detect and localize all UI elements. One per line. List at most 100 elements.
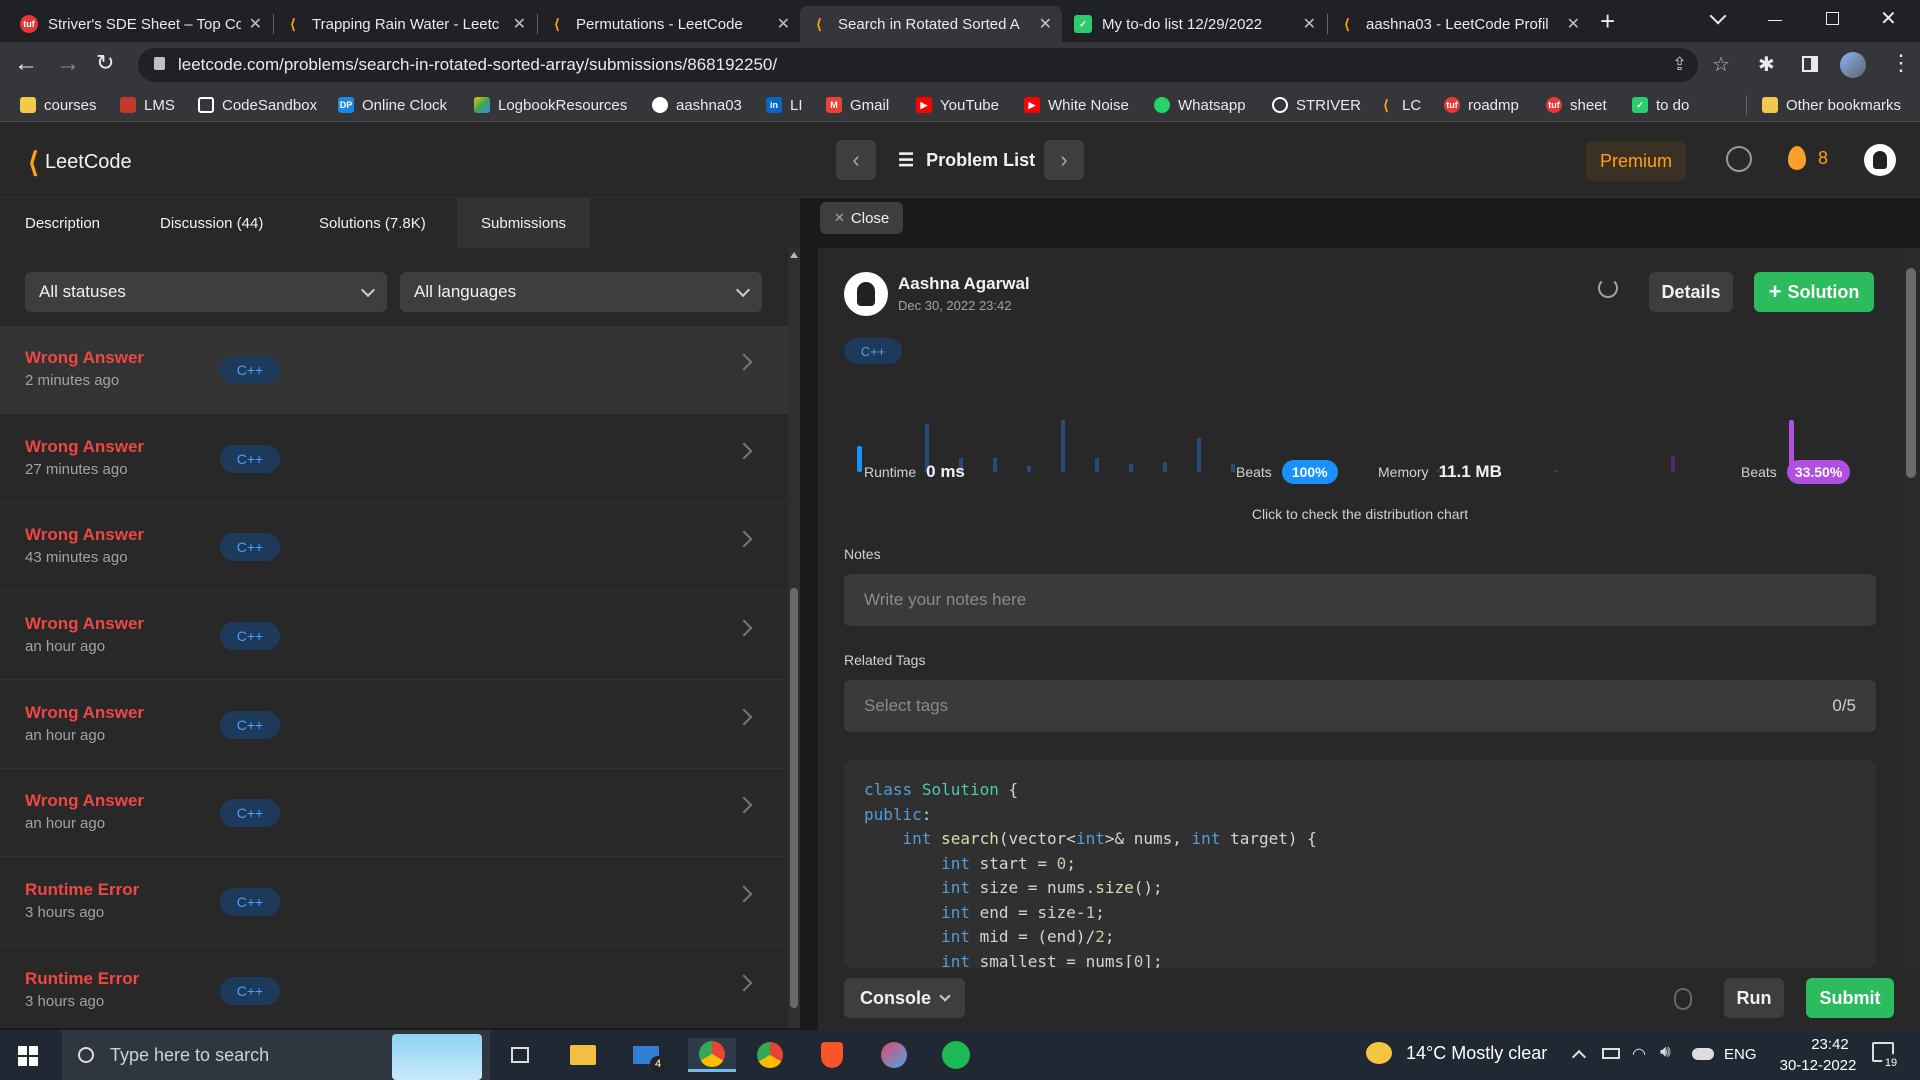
new-tab-button[interactable]: + xyxy=(1600,6,1615,37)
notes-input[interactable]: Write your notes here xyxy=(844,574,1876,626)
share-refresh-icon[interactable] xyxy=(1598,278,1618,298)
mail-icon[interactable]: 4 xyxy=(628,1038,666,1072)
brave-icon[interactable] xyxy=(814,1038,850,1072)
profile-avatar[interactable] xyxy=(1840,52,1866,78)
bookmark-item[interactable]: LogbookResources xyxy=(474,95,627,115)
lock-icon[interactable] xyxy=(154,57,165,70)
prev-problem-button[interactable]: ‹ xyxy=(836,140,876,180)
panel-resize-handle[interactable] xyxy=(800,198,818,1030)
bookmark-item[interactable]: CodeSandbox xyxy=(198,95,317,115)
browser-tab-active[interactable]: ⟨ Search in Rotated Sorted A ✕ xyxy=(800,6,1062,42)
close-tab-icon[interactable]: ✕ xyxy=(1039,14,1052,34)
battery-icon[interactable] xyxy=(1602,1048,1620,1059)
spotify-icon[interactable] xyxy=(938,1038,974,1072)
bookmark-item[interactable]: tuf sheet xyxy=(1546,95,1607,115)
other-bookmarks[interactable]: Other bookmarks xyxy=(1762,95,1901,115)
browser-tab[interactable]: ✓ My to-do list 12/29/2022 ✕ xyxy=(1064,6,1326,42)
bookmark-item[interactable]: STRIVER xyxy=(1272,95,1361,115)
restore-icon[interactable] xyxy=(1826,12,1839,25)
submission-row[interactable]: Wrong Answer 2 minutes ago C++ xyxy=(0,326,788,414)
share-icon[interactable]: ⇪ xyxy=(1672,54,1687,75)
submission-row[interactable]: Runtime Error 3 hours ago C++ xyxy=(0,947,788,1035)
streak-counter[interactable]: 8 xyxy=(1788,146,1828,170)
bookmark-item[interactable]: tuf roadmp xyxy=(1444,95,1519,115)
code-viewer[interactable]: class Solution {public: int search(vecto… xyxy=(844,760,1876,968)
file-explorer-icon[interactable] xyxy=(565,1038,601,1072)
bookmark-item[interactable]: DP Online Clock xyxy=(338,95,447,115)
submitter-name[interactable]: Aashna Agarwal xyxy=(898,274,1030,294)
bookmark-item[interactable]: in LI xyxy=(766,95,803,115)
menu-kebab-icon[interactable]: ⋮ xyxy=(1890,50,1912,76)
bookmark-item[interactable]: ▶ White Noise xyxy=(1024,95,1129,115)
run-button[interactable]: Run xyxy=(1724,978,1784,1018)
alarm-clock-icon[interactable] xyxy=(1726,146,1752,172)
bookmark-star-icon[interactable]: ☆ xyxy=(1712,52,1730,77)
tags-select[interactable]: Select tags 0/5 xyxy=(844,680,1876,732)
taskbar-search[interactable]: Type here to search xyxy=(62,1030,490,1080)
reload-icon[interactable]: ↻ xyxy=(96,50,114,76)
submission-row[interactable]: Runtime Error 3 hours ago C++ xyxy=(0,858,788,946)
sidepanel-icon[interactable] xyxy=(1802,56,1818,72)
console-button[interactable]: Console xyxy=(844,978,966,1018)
details-button[interactable]: Details xyxy=(1649,272,1733,312)
submission-row[interactable]: Wrong Answer an hour ago C++ xyxy=(0,592,788,680)
close-tab-icon[interactable]: ✕ xyxy=(249,14,262,34)
submission-row[interactable]: Wrong Answer 43 minutes ago C++ xyxy=(0,503,788,591)
close-tab-icon[interactable]: ✕ xyxy=(777,14,790,34)
submission-row[interactable]: Wrong Answer 27 minutes ago C++ xyxy=(0,415,788,503)
wifi-icon[interactable]: ◠ xyxy=(1632,1044,1646,1064)
bookmark-item[interactable]: ▶ YouTube xyxy=(916,95,999,115)
bookmark-item[interactable]: Whatsapp xyxy=(1154,95,1246,115)
browser-tab[interactable]: ⟨ Permutations - LeetCode ✕ xyxy=(538,6,800,42)
distribution-chart[interactable] xyxy=(818,388,1902,488)
bookmark-item[interactable]: aashna03 xyxy=(652,95,742,115)
leetcode-logo[interactable]: ⟨ LeetCode xyxy=(28,146,132,179)
browser-tab[interactable]: ⟨ Trapping Rain Water - Leetc ✕ xyxy=(274,6,536,42)
close-window-icon[interactable]: ✕ xyxy=(1880,6,1897,31)
status-filter-dropdown[interactable]: All statuses xyxy=(25,272,387,312)
volume-icon[interactable]: 🔊︎ xyxy=(1660,1042,1671,1062)
close-tab-icon[interactable]: ✕ xyxy=(1567,14,1580,34)
weather-widget[interactable]: 14°C Mostly clear xyxy=(1366,1042,1547,1064)
browser-tab[interactable]: ⟨ aashna03 - LeetCode Profil ✕ xyxy=(1328,6,1590,42)
problem-list-button[interactable]: ☰ Problem List xyxy=(898,140,1035,180)
bookmark-item[interactable]: LMS xyxy=(120,95,175,115)
bookmark-item[interactable]: M Gmail xyxy=(826,95,889,115)
task-view-icon[interactable] xyxy=(502,1038,538,1072)
chrome-taskbar-icon[interactable] xyxy=(752,1038,788,1072)
close-button[interactable]: ✕ Close xyxy=(820,202,904,234)
forward-icon[interactable]: → xyxy=(56,50,80,78)
tab-discussion[interactable]: Discussion (44) xyxy=(160,198,263,248)
scroll-thumb[interactable] xyxy=(790,588,798,1008)
bookmark-item[interactable]: ⟨ LC xyxy=(1378,95,1421,115)
close-tab-icon[interactable]: ✕ xyxy=(1303,14,1316,34)
browser-tab[interactable]: tuf Striver's SDE Sheet – Top Co ✕ xyxy=(10,6,272,42)
scroll-up-arrow[interactable] xyxy=(790,252,798,258)
tab-description[interactable]: Description xyxy=(25,198,100,248)
close-tab-icon[interactable]: ✕ xyxy=(513,14,526,34)
address-bar[interactable]: leetcode.com/problems/search-in-rotated-… xyxy=(138,48,1730,82)
extensions-icon[interactable]: ✱ xyxy=(1758,52,1775,77)
premium-button[interactable]: Premium xyxy=(1586,141,1686,181)
language-filter-dropdown[interactable]: All languages xyxy=(400,272,762,312)
windows-start-icon[interactable] xyxy=(18,1046,38,1066)
right-scrollbar[interactable] xyxy=(1902,248,1920,968)
submit-button[interactable]: Submit xyxy=(1806,978,1894,1018)
distribution-hint[interactable]: Click to check the distribution chart xyxy=(818,506,1902,522)
bookmark-item[interactable]: ✓ to do xyxy=(1632,95,1689,115)
debug-bug-icon[interactable] xyxy=(1674,988,1692,1010)
back-icon[interactable]: ← xyxy=(14,50,38,78)
tab-submissions[interactable]: Submissions xyxy=(457,198,591,248)
user-avatar[interactable] xyxy=(1864,144,1896,176)
minimize-icon[interactable] xyxy=(1768,20,1782,21)
tray-chevron-up-icon[interactable] xyxy=(1571,1049,1587,1065)
onedrive-icon[interactable] xyxy=(1692,1048,1714,1060)
chrome-taskbar-icon[interactable] xyxy=(688,1038,736,1072)
clock-date[interactable]: 30-12-2022 xyxy=(1766,1057,1870,1074)
post-solution-button[interactable]: + Solution xyxy=(1754,272,1874,312)
submission-row[interactable]: Wrong Answer an hour ago C++ xyxy=(0,681,788,769)
input-language[interactable]: ENG xyxy=(1724,1046,1757,1063)
scroll-thumb[interactable] xyxy=(1906,268,1916,478)
bookmark-item[interactable]: courses xyxy=(20,95,97,115)
left-scrollbar[interactable] xyxy=(788,248,800,1028)
